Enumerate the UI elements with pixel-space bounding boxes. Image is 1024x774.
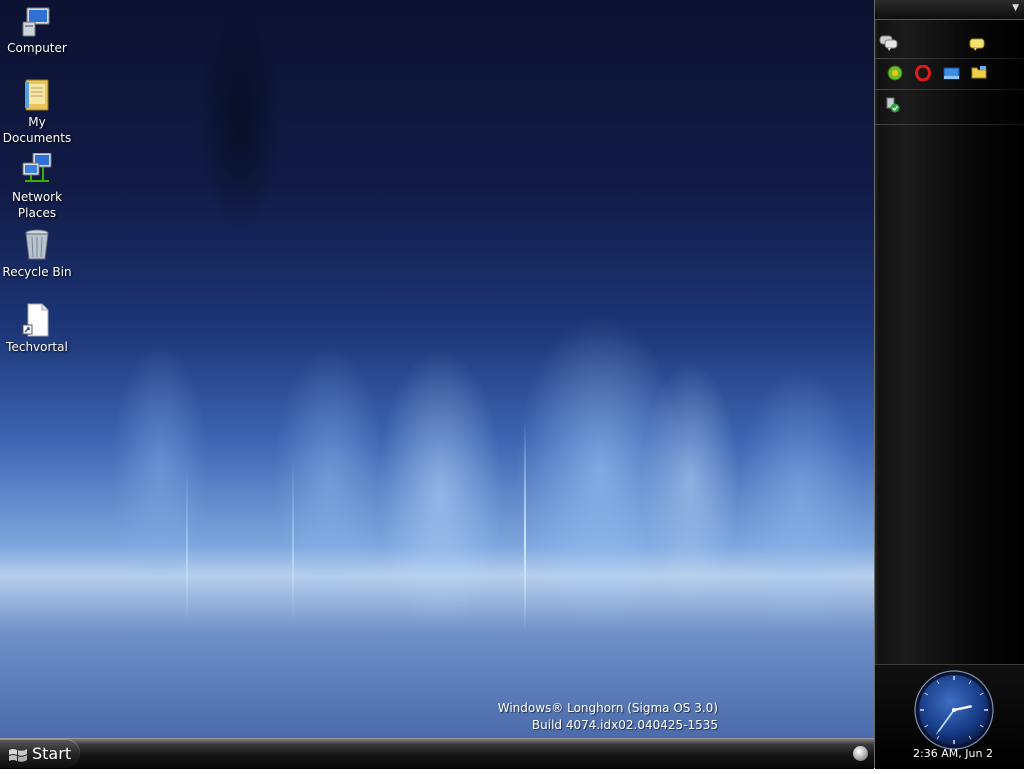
os-watermark: Windows® Longhorn (Sigma OS 3.0) Build 4… <box>498 700 718 734</box>
desktop-icon-my-documents[interactable]: My Documents <box>0 78 74 146</box>
security-check-icon[interactable] <box>885 96 901 118</box>
desktop-icon-label: Recycle Bin <box>2 265 72 279</box>
light-streak <box>292 460 294 620</box>
contacts-chat-icon[interactable] <box>879 35 899 55</box>
browser-globe-icon[interactable] <box>887 65 903 85</box>
desktop-icon-techvortal[interactable]: Techvortal <box>0 303 74 355</box>
sidebar-menu-arrow[interactable]: ▼ <box>1012 3 1019 13</box>
computer-icon <box>21 4 53 38</box>
watermark-edition: Windows® Longhorn (Sigma OS 3.0) <box>497 701 718 715</box>
windows-logo-icon <box>8 745 28 774</box>
shortcut-file-icon <box>21 303 53 337</box>
explorer-folder-icon[interactable] <box>971 65 988 84</box>
light-streak <box>186 470 188 620</box>
desktop-icon-label: Computer <box>7 41 67 55</box>
tile-divider <box>875 124 1024 125</box>
sidebar-header: ▼ <box>875 0 1024 20</box>
taskbar: Start <box>0 738 874 769</box>
light-streak <box>524 420 526 630</box>
desktop-icon-recycle-bin[interactable]: Recycle Bin <box>0 228 74 280</box>
sidebar: ▼ 2:36 AM, Jun 2 <box>874 0 1024 769</box>
desktop-icon-label: My Documents <box>2 115 72 145</box>
opera-icon[interactable] <box>915 64 931 85</box>
desktop-background: Computer My Documents Network Places Rec… <box>0 0 874 738</box>
documents-folder-icon <box>21 78 53 112</box>
tray-orb-button[interactable] <box>853 746 868 761</box>
start-label: Start <box>32 744 72 763</box>
analog-clock <box>913 669 995 755</box>
watermark-build: Build 4074.idx02.040425-1535 <box>531 718 718 732</box>
desktop-icon-label: Network Places <box>11 190 63 220</box>
desktop-icon-computer[interactable]: Computer <box>0 4 74 56</box>
desktop-icon-label: Techvortal <box>6 340 68 354</box>
desktop-icon-network-places[interactable]: Network Places <box>0 152 74 221</box>
recycle-bin-icon <box>21 228 53 262</box>
clock-time-label: 2:36 AM, Jun 2 <box>913 747 993 760</box>
show-desktop-icon[interactable] <box>943 66 960 85</box>
message-bubble-icon[interactable] <box>969 37 985 56</box>
tray-tile <box>875 90 1024 124</box>
messenger-tile <box>875 20 1024 58</box>
network-icon <box>21 152 53 187</box>
start-button[interactable]: Start <box>0 739 80 768</box>
quick-launch-tile <box>875 59 1024 89</box>
